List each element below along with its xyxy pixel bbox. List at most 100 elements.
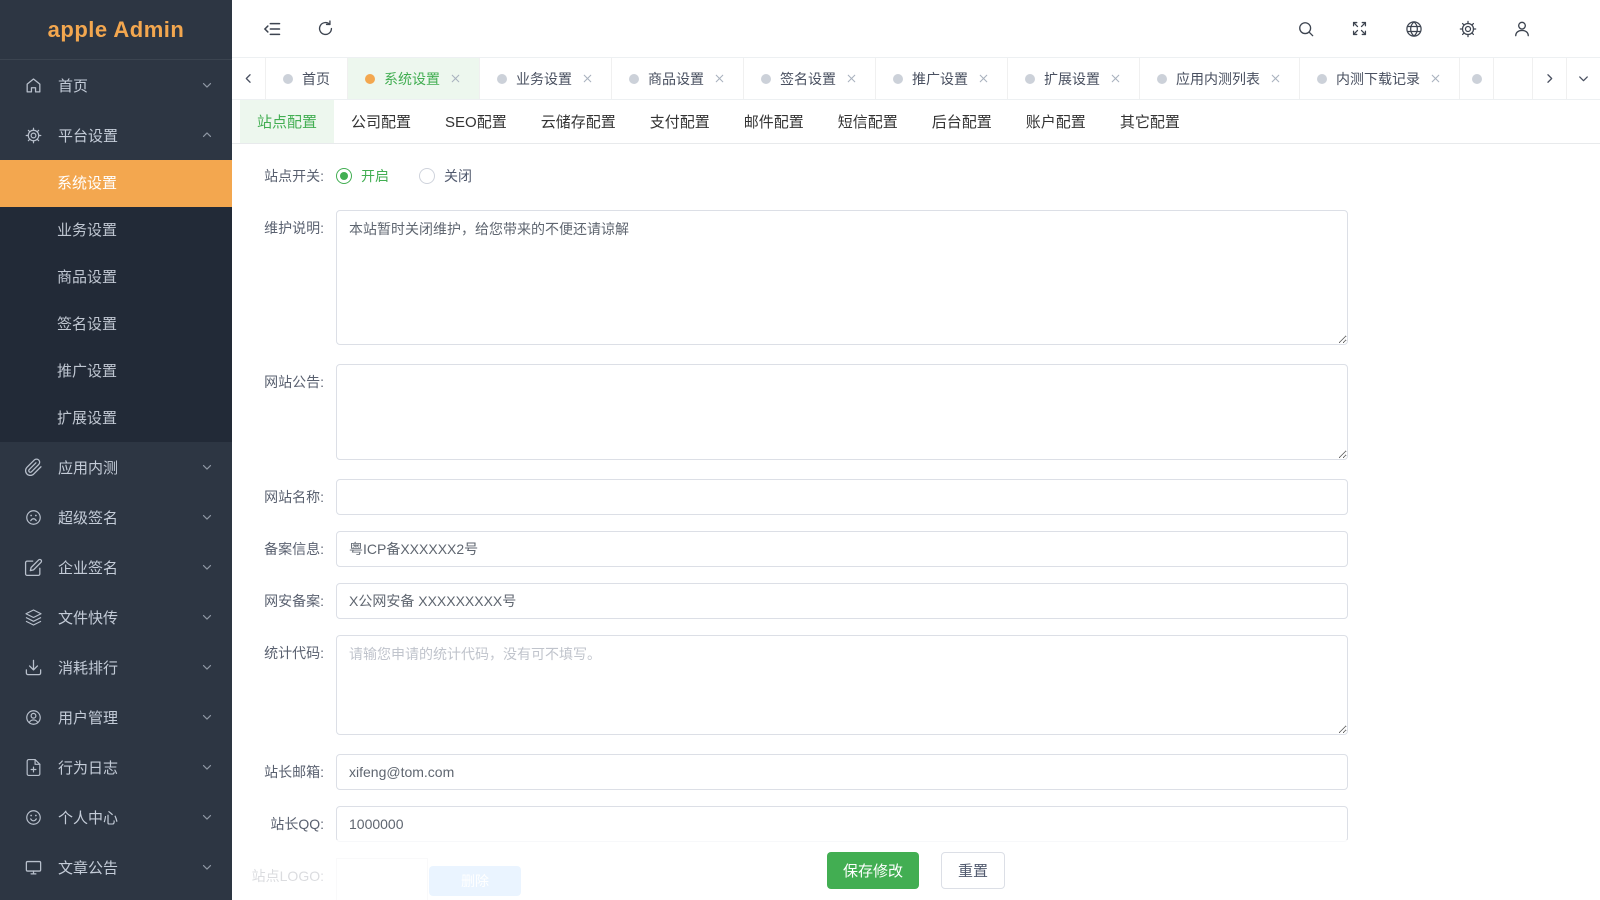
tabs-scroll-left-button[interactable] <box>232 58 266 99</box>
close-icon[interactable] <box>845 72 858 85</box>
chevron-down-icon <box>200 560 214 574</box>
sidebar-item-behavior-log[interactable]: 行为日志 <box>0 742 232 792</box>
tab-promotion-settings[interactable]: 推广设置 <box>876 58 1008 99</box>
tab-business-settings[interactable]: 业务设置 <box>480 58 612 99</box>
form-row-stats-code: 统计代码: <box>232 635 1600 738</box>
police-record-input[interactable] <box>336 583 1348 619</box>
sidebar-item-label: 平台设置 <box>58 125 200 146</box>
sidebar-subitem-extension-settings[interactable]: 扩展设置 <box>0 395 232 442</box>
tab-dot <box>893 74 903 84</box>
tab-partial[interactable] <box>1460 58 1494 99</box>
sidebar-item-app-beta[interactable]: 应用内测 <box>0 442 232 492</box>
sidebar-item-label: 文章公告 <box>58 857 200 878</box>
radio-site-on[interactable]: 开启 <box>336 166 389 186</box>
sidebar-subitem-product-settings[interactable]: 商品设置 <box>0 254 232 301</box>
app-title: apple Admin <box>0 0 232 60</box>
sidebar-subitem-system-settings[interactable]: 系统设置 <box>0 160 232 207</box>
sidebar-item-super-signature[interactable]: 超级签名 <box>0 492 232 542</box>
close-icon[interactable] <box>449 72 462 85</box>
sidebar-item-label: 个人中心 <box>58 807 200 828</box>
radio-circle <box>336 168 352 184</box>
webmaster-qq-input[interactable] <box>336 806 1348 842</box>
reset-button[interactable]: 重置 <box>941 852 1005 889</box>
layers-icon <box>24 608 43 627</box>
chevron-down-icon <box>200 710 214 724</box>
radio-site-off[interactable]: 关闭 <box>419 166 472 186</box>
config-tab-account[interactable]: 账户配置 <box>1009 100 1103 143</box>
tab-label: 内测下载记录 <box>1336 69 1420 89</box>
config-tab-payment[interactable]: 支付配置 <box>633 100 727 143</box>
sidebar-item-user-management[interactable]: 用户管理 <box>0 692 232 742</box>
smile-icon <box>24 808 43 827</box>
sidebar-item-label: 消耗排行 <box>58 657 200 678</box>
tab-dot <box>1317 74 1327 84</box>
app-root: apple Admin 首页 平台设置 系统设置 业务设置 商品设置 签名设置 … <box>0 0 1600 900</box>
tab-dot <box>497 74 507 84</box>
close-icon[interactable] <box>977 72 990 85</box>
config-tab-backend[interactable]: 后台配置 <box>915 100 1009 143</box>
sidebar-item-label: 行为日志 <box>58 757 200 778</box>
chevron-down-icon <box>200 760 214 774</box>
config-tab-seo[interactable]: SEO配置 <box>428 100 524 143</box>
site-announcement-textarea[interactable] <box>336 364 1348 460</box>
stats-code-textarea[interactable] <box>336 635 1348 735</box>
sidebar-item-consumption-rank[interactable]: 消耗排行 <box>0 642 232 692</box>
close-icon[interactable] <box>1109 72 1122 85</box>
refresh-icon[interactable] <box>316 19 336 39</box>
tab-label: 首页 <box>302 69 330 89</box>
config-tab-company[interactable]: 公司配置 <box>334 100 428 143</box>
tab-label: 扩展设置 <box>1044 69 1100 89</box>
config-tab-sms[interactable]: 短信配置 <box>821 100 915 143</box>
config-tab-other[interactable]: 其它配置 <box>1103 100 1197 143</box>
radio-label: 关闭 <box>444 166 472 186</box>
sidebar-item-enterprise-signature[interactable]: 企业签名 <box>0 542 232 592</box>
gear-icon[interactable] <box>1458 19 1478 39</box>
tab-label: 业务设置 <box>516 69 572 89</box>
close-icon[interactable] <box>713 72 726 85</box>
config-tab-cloud-storage[interactable]: 云储存配置 <box>524 100 633 143</box>
fullscreen-icon[interactable] <box>1350 19 1370 39</box>
tabs-scroll-right-button[interactable] <box>1532 58 1566 99</box>
tab-home[interactable]: 首页 <box>266 58 348 99</box>
close-icon[interactable] <box>1429 72 1442 85</box>
site-name-input[interactable] <box>336 479 1348 515</box>
tab-dot <box>1157 74 1167 84</box>
chevron-down-icon <box>200 510 214 524</box>
tab-app-beta-list[interactable]: 应用内测列表 <box>1140 58 1300 99</box>
tab-product-settings[interactable]: 商品设置 <box>612 58 744 99</box>
icp-record-input[interactable] <box>336 531 1348 567</box>
config-tab-site[interactable]: 站点配置 <box>240 100 334 143</box>
gear-icon <box>24 126 43 145</box>
tab-dot <box>629 74 639 84</box>
site-config-form: 站点开关: 开启 关闭 维护说明: <box>232 144 1600 900</box>
maintenance-note-textarea[interactable]: 本站暂时关闭维护，给您带来的不便还请谅解 <box>336 210 1348 345</box>
close-icon[interactable] <box>581 72 594 85</box>
sidebar-item-personal-center[interactable]: 个人中心 <box>0 792 232 842</box>
tab-system-settings[interactable]: 系统设置 <box>348 58 480 99</box>
sidebar-item-label: 企业签名 <box>58 557 200 578</box>
collapse-menu-icon[interactable] <box>262 19 282 39</box>
tab-extension-settings[interactable]: 扩展设置 <box>1008 58 1140 99</box>
sidebar-subitem-signature-settings[interactable]: 签名设置 <box>0 301 232 348</box>
sidebar-subitem-promotion-settings[interactable]: 推广设置 <box>0 348 232 395</box>
sidebar-item-home[interactable]: 首页 <box>0 60 232 110</box>
webmaster-email-input[interactable] <box>336 754 1348 790</box>
config-tab-mail[interactable]: 邮件配置 <box>727 100 821 143</box>
close-icon[interactable] <box>1269 72 1282 85</box>
home-icon <box>24 76 43 95</box>
globe-icon[interactable] <box>1404 19 1424 39</box>
sidebar-item-file-transfer[interactable]: 文件快传 <box>0 592 232 642</box>
sidebar-item-platform-settings[interactable]: 平台设置 <box>0 110 232 160</box>
download-icon <box>24 658 43 677</box>
tabs-dropdown-button[interactable] <box>1566 58 1600 99</box>
tab-beta-download-record[interactable]: 内测下载记录 <box>1300 58 1460 99</box>
search-icon[interactable] <box>1296 19 1316 39</box>
tab-signature-settings[interactable]: 签名设置 <box>744 58 876 99</box>
form-row-site-switch: 站点开关: 开启 关闭 <box>232 158 1600 194</box>
footer-action-bar: 保存修改 重置 <box>232 840 1600 900</box>
user-icon[interactable] <box>1512 19 1532 39</box>
sidebar-item-article-announcement[interactable]: 文章公告 <box>0 842 232 892</box>
save-button[interactable]: 保存修改 <box>827 852 919 889</box>
chevron-down-icon <box>200 810 214 824</box>
sidebar-subitem-business-settings[interactable]: 业务设置 <box>0 207 232 254</box>
